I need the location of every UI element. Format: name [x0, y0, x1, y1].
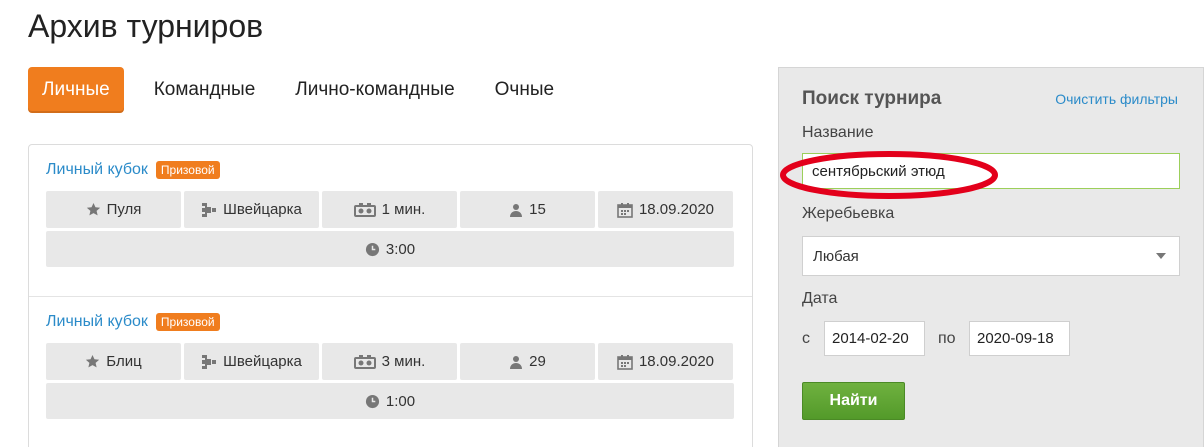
stat-duration-value: 1:00 — [385, 392, 416, 410]
tab-personal-team[interactable]: Лично-командные — [275, 67, 474, 113]
stat-players-value: 15 — [529, 201, 546, 218]
chevron-down-icon — [1156, 253, 1166, 259]
tournament-card: Личный кубок Призовой Пуля Швейцарка 1 м… — [29, 145, 752, 297]
page-title: Архив турниров — [28, 8, 264, 44]
clock-icon — [365, 242, 380, 257]
prize-badge: Призовой — [155, 313, 220, 331]
search-panel-title: Поиск турнира — [802, 88, 942, 109]
prize-badge: Призовой — [155, 161, 220, 179]
tab-personal[interactable]: Личные — [28, 67, 124, 113]
tournament-card: Личный кубок Призовой Блиц Швейцарка 3 м… — [29, 297, 752, 447]
tab-team[interactable]: Командные — [134, 67, 276, 113]
stat-date-value: 18.09.2020 — [638, 353, 715, 370]
person-icon — [509, 355, 523, 369]
draw-select[interactable]: Любая — [802, 236, 1180, 276]
stat-system: Швейцарка — [184, 343, 319, 380]
stat-type-value: Пуля — [106, 201, 142, 218]
stat-duration: 3:00 — [46, 231, 734, 267]
tournament-name-input[interactable] — [802, 153, 1180, 189]
tournament-list: Личный кубок Призовой Пуля Швейцарка 1 м… — [28, 144, 753, 447]
date-from-prefix: с — [802, 330, 810, 347]
clock-pair-icon — [353, 202, 376, 217]
find-button[interactable]: Найти — [802, 382, 905, 420]
stat-date-value: 18.09.2020 — [638, 201, 715, 218]
clock-pair-icon — [353, 354, 376, 369]
clear-filters-link[interactable]: Очистить фильтры — [1055, 91, 1178, 107]
tab-offline[interactable]: Очные — [475, 67, 574, 113]
date-label: Дата — [802, 290, 838, 307]
date-to-input[interactable] — [969, 321, 1070, 356]
star-icon — [85, 354, 100, 369]
stat-players: 15 — [460, 191, 595, 228]
date-to-prefix: по — [938, 330, 956, 347]
date-from-input[interactable] — [824, 321, 925, 356]
stat-type: Пуля — [46, 191, 181, 228]
clock-icon — [365, 394, 380, 409]
stat-players: 29 — [460, 343, 595, 380]
stat-time-control: 3 мин. — [322, 343, 457, 380]
calendar-icon — [617, 202, 633, 218]
name-label: Название — [802, 124, 874, 141]
person-icon — [509, 203, 523, 217]
stat-type-value: Блиц — [106, 353, 142, 370]
star-icon — [86, 202, 101, 217]
stat-date: 18.09.2020 — [598, 343, 733, 380]
stat-system: Швейцарка — [184, 191, 319, 228]
stat-type: Блиц — [46, 343, 181, 380]
tournament-title-link[interactable]: Личный кубок — [46, 313, 148, 331]
stat-time-control-value: 3 мин. — [381, 353, 426, 370]
stat-date: 18.09.2020 — [598, 191, 733, 228]
stat-time-control: 1 мин. — [322, 191, 457, 228]
tournament-title-link[interactable]: Личный кубок — [46, 161, 148, 179]
stat-players-value: 29 — [529, 353, 546, 370]
calendar-icon — [617, 354, 633, 370]
search-panel: Поиск турнира Очистить фильтры Название … — [778, 67, 1204, 447]
stat-duration: 1:00 — [46, 383, 734, 419]
stat-system-value: Швейцарка — [223, 201, 302, 218]
draw-select-value: Любая — [813, 247, 859, 265]
tabs-bar: Личные Командные Лично-командные Очные — [28, 67, 574, 113]
draw-label: Жеребьевка — [802, 205, 895, 222]
stat-system-value: Швейцарка — [223, 353, 302, 370]
stat-duration-value: 3:00 — [385, 240, 416, 258]
bracket-icon — [201, 201, 217, 219]
bracket-icon — [201, 353, 217, 371]
stat-time-control-value: 1 мин. — [381, 201, 426, 218]
